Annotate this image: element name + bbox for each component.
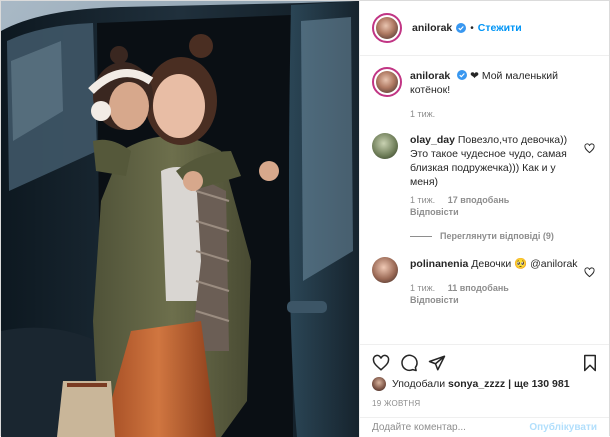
post-actions-section: Уподобали sonya_zzzz | ще 130 981 19 ЖОВ… — [360, 344, 609, 437]
post-photo[interactable] — [1, 1, 359, 437]
heart-icon[interactable] — [584, 267, 595, 278]
add-comment-input[interactable]: Додайте коментар... — [372, 422, 529, 433]
author-avatar[interactable] — [372, 13, 402, 43]
comment-time[interactable]: 1 тиж. — [410, 283, 435, 293]
comments-list[interactable]: anilorak ❤ Мой маленький котёнок! 1 тиж. — [360, 57, 609, 344]
liker-username[interactable]: sonya_zzzz — [448, 378, 505, 390]
heart-icon[interactable] — [372, 354, 390, 372]
comment-icon[interactable] — [400, 354, 418, 372]
likes-count[interactable]: | ще 130 981 — [508, 378, 569, 390]
comment-item: olay_day Повезло,что девочка)) Это такое… — [372, 133, 597, 217]
caption-meta: 1 тиж. — [410, 109, 581, 119]
caption: anilorak ❤ Мой маленький котёнок! 1 тиж. — [372, 67, 597, 119]
commenter-avatar[interactable] — [372, 133, 398, 159]
comment-text: Девочки 🥺 @anilorak — [471, 258, 578, 270]
post-dialog: anilorak • Стежити anilorak ❤ Мой малень… — [0, 0, 610, 437]
follow-button[interactable]: Стежити — [478, 22, 522, 34]
view-replies-button[interactable]: Переглянути відповіді (9) — [410, 231, 597, 241]
comment-text-line: polinanenia Девочки 🥺 @anilorak — [410, 257, 581, 271]
view-replies-line — [410, 235, 432, 237]
comment-meta: 1 тиж. 11 вподобань — [410, 283, 581, 293]
comment-item: polinanenia Девочки 🥺 @anilorak 1 тиж. 1… — [372, 257, 597, 305]
post-side-panel: anilorak • Стежити anilorak ❤ Мой малень… — [359, 1, 609, 437]
photo-illustration — [1, 1, 359, 437]
heart-icon[interactable] — [584, 143, 595, 154]
caption-text-line: anilorak ❤ Мой маленький котёнок! — [410, 69, 581, 97]
publish-button[interactable]: Опублікувати — [529, 422, 597, 433]
comment-meta: 1 тиж. 17 вподобань — [410, 195, 581, 205]
comment-likes[interactable]: 11 вподобань — [448, 283, 509, 293]
verified-icon — [456, 23, 467, 33]
caption-time[interactable]: 1 тиж. — [410, 109, 435, 119]
likes-summary: Уподобали sonya_zzzz | ще 130 981 — [360, 375, 609, 393]
comment-likes[interactable]: 17 вподобань — [448, 195, 510, 205]
comment-text-line: olay_day Повезло,что девочка)) Это такое… — [410, 133, 581, 189]
commenter-avatar[interactable] — [372, 257, 398, 283]
reply-button[interactable]: Відповісти — [410, 207, 581, 217]
comment-username[interactable]: polinanenia — [410, 258, 468, 270]
separator-dot: • — [470, 22, 474, 34]
view-replies-label: Переглянути відповіді (9) — [440, 231, 554, 241]
bookmark-icon[interactable] — [581, 354, 599, 372]
caption-avatar[interactable] — [372, 67, 402, 97]
share-icon[interactable] — [428, 354, 446, 372]
post-date[interactable]: 19 ЖОВТНЯ — [360, 393, 609, 414]
caption-username[interactable]: anilorak — [410, 70, 450, 82]
reply-button[interactable]: Відповісти — [410, 295, 581, 305]
post-header: anilorak • Стежити — [360, 1, 609, 56]
likes-prefix: Уподобали — [392, 378, 446, 390]
author-username[interactable]: anilorak — [412, 22, 452, 34]
verified-icon — [457, 70, 468, 80]
comment-time[interactable]: 1 тиж. — [410, 195, 435, 205]
action-icons — [360, 345, 609, 375]
add-comment-bar: Додайте коментар... Опублікувати — [360, 417, 609, 437]
comment-username[interactable]: olay_day — [410, 134, 455, 146]
liker-avatar[interactable] — [372, 377, 386, 391]
